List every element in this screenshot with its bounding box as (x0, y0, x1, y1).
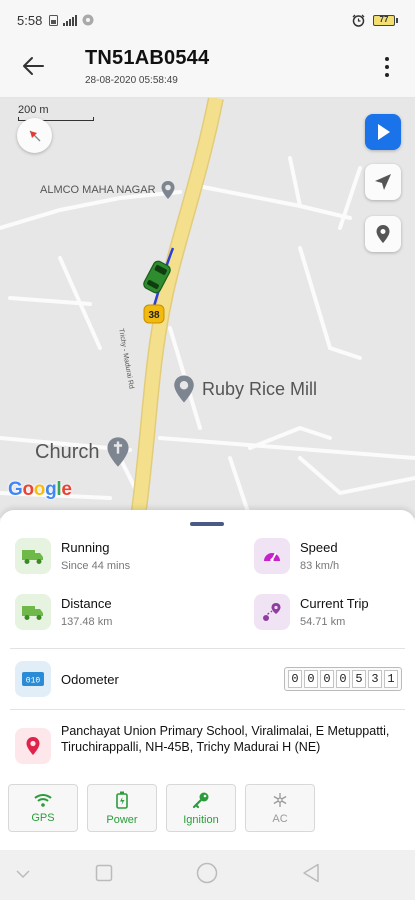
poi-almco[interactable]: ALMCO MAHA NAGAR (40, 180, 176, 200)
route-icon (254, 594, 290, 630)
map-scale-label: 200 m (18, 104, 49, 116)
odometer-digit: 0 (320, 670, 334, 688)
truck-icon (15, 538, 51, 574)
gps-indicator[interactable]: GPS (8, 784, 78, 832)
poi-ruby-label: Ruby Rice Mill (202, 378, 318, 399)
status-label: Running (61, 540, 110, 555)
ac-label: AC (272, 812, 288, 825)
odometer-digit: 3 (368, 670, 382, 688)
status-bar: 5:58 77 (0, 0, 415, 40)
alarm-icon (352, 14, 365, 27)
data-saver-icon (82, 14, 94, 26)
poi-church[interactable]: Church (35, 435, 131, 469)
church-pin-icon (107, 437, 130, 467)
battery-level: 77 (373, 14, 395, 26)
divider (10, 648, 405, 649)
odometer-digit: 0 (304, 670, 318, 688)
chevron-down-icon[interactable] (15, 868, 31, 880)
distance-value: 137.48 km (61, 616, 113, 628)
trip-label: Current Trip (300, 596, 369, 611)
speed-label: Speed (300, 540, 338, 555)
location-pin-icon (161, 181, 175, 199)
poi-ruby-rice-mill[interactable]: Ruby Rice Mill (172, 373, 317, 405)
svg-text:010: 010 (26, 677, 41, 686)
odometer-reading: 0 0 0 0 5 3 1 (284, 667, 402, 691)
arrow-left-icon[interactable] (18, 51, 48, 81)
divider (10, 709, 405, 710)
recents-icon[interactable] (95, 864, 113, 882)
location-pin-icon (376, 225, 390, 243)
trip-value: 54.71 km (300, 616, 346, 628)
odometer-label: Odometer (61, 671, 119, 687)
power-indicator[interactable]: Power (87, 784, 157, 832)
google-logo: Google (8, 479, 72, 500)
speed-value: 83 km/h (300, 560, 340, 572)
odometer-digit: 1 (384, 670, 398, 688)
indicator-chips: GPS Power Ignition AC (8, 784, 315, 832)
road-shield: 38 (143, 304, 165, 324)
home-icon[interactable] (196, 862, 218, 884)
truck-icon (15, 594, 51, 630)
locate-vehicle-button[interactable] (365, 216, 401, 252)
status-time: 5:58 (17, 12, 43, 28)
play-history-button[interactable] (365, 114, 401, 150)
sheet-drag-handle[interactable] (190, 522, 224, 526)
vehicle-number: TN51AB0544 (85, 47, 210, 69)
snowflake-icon (273, 792, 287, 807)
battery-icon (116, 791, 128, 809)
ac-indicator[interactable]: AC (245, 784, 315, 832)
odometer-digit: 0 (336, 670, 350, 688)
battery-icon: 77 (373, 14, 398, 26)
odometer-row: 010 Odometer (15, 661, 119, 697)
ignition-indicator[interactable]: Ignition (166, 784, 236, 832)
odometer-icon: 010 (15, 661, 51, 697)
wifi-signal-icon (34, 793, 52, 807)
system-nav-bar (0, 850, 415, 900)
compass-icon[interactable] (17, 118, 52, 153)
location-pin-icon (174, 375, 194, 403)
sim-icon (49, 14, 59, 26)
navigate-button[interactable] (365, 164, 401, 200)
odometer-digit: 5 (352, 670, 366, 688)
status-stat: Running Since 44 mins (15, 538, 130, 574)
navigation-icon (375, 174, 391, 190)
back-triangle-icon[interactable] (302, 863, 320, 883)
poi-almco-label: ALMCO MAHA NAGAR (40, 184, 156, 196)
odometer-digit: 0 (288, 670, 302, 688)
key-icon (192, 792, 209, 808)
road-shield-label: 38 (148, 310, 160, 321)
ignition-label: Ignition (183, 813, 219, 826)
power-label: Power (106, 813, 138, 826)
map-view[interactable]: 200 m 38 Trichy - Madurai Rd ALMCO MAHA … (0, 98, 415, 518)
speedometer-icon (254, 538, 290, 574)
location-pin-icon (15, 728, 51, 764)
gps-label: GPS (31, 811, 55, 824)
last-update-time: 28-08-2020 05:58:49 (85, 75, 178, 86)
distance-stat: Distance 137.48 km (15, 594, 112, 630)
distance-label: Distance (61, 596, 112, 611)
app-header: TN51AB0544 28-08-2020 05:58:49 (0, 40, 415, 98)
poi-church-label: Church (35, 440, 100, 463)
more-vert-icon[interactable] (377, 52, 397, 82)
current-address: Panchayat Union Primary School, Viralima… (61, 724, 390, 754)
play-icon (378, 124, 390, 140)
speed-stat: Speed 83 km/h (254, 538, 339, 574)
status-duration: Since 44 mins (61, 560, 131, 572)
signal-icon (63, 14, 78, 26)
current-trip-stat: Current Trip 54.71 km (254, 594, 369, 630)
vehicle-details-sheet: Running Since 44 mins Speed 83 km/h Dist… (0, 510, 415, 850)
